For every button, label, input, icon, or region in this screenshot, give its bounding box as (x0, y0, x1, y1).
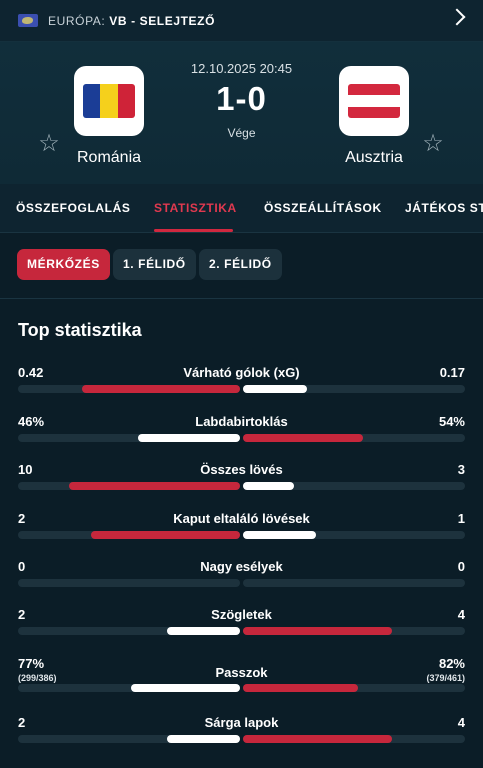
stat-away-value: 3 (458, 462, 465, 477)
stat-bar-away-track (243, 482, 465, 490)
match-status: Vége (227, 126, 256, 140)
stat-bar-home-track (18, 531, 240, 539)
stat-bar-away-track (243, 684, 465, 692)
match-header: ☆ Románia 12.10.2025 20:45 1-0 Vége Ausz… (0, 42, 483, 184)
stat-bar-away-fill (243, 385, 307, 393)
stat-bar (18, 482, 465, 490)
stat-bar-away-track (243, 385, 465, 393)
stat-bar-away-track (243, 531, 465, 539)
stat-row: 2 Szögletek 4 (18, 607, 465, 647)
stat-bar-away-fill (243, 531, 316, 539)
stat-bar-home-fill (82, 385, 240, 393)
filter-match[interactable]: MÉRKŐZÉS (17, 249, 110, 280)
tab-bar: ÖSSZEFOGLALÁS STATISZTIKA ÖSSZEÁLLÍTÁSOK… (0, 184, 483, 233)
stat-away-value: 1 (458, 511, 465, 526)
away-team-logo[interactable] (339, 66, 409, 136)
stat-row: 0 Nagy esélyek 0 (18, 559, 465, 599)
stat-bar-home-track (18, 482, 240, 490)
stat-away-value: 4 (458, 607, 465, 622)
stat-away-value-text: 54% (438, 414, 465, 429)
stat-away-value-text: 4 (457, 715, 465, 730)
stat-row: 46% Labdabirtoklás 54% (18, 414, 465, 454)
stat-bar (18, 579, 465, 587)
match-datetime: 12.10.2025 20:45 (190, 61, 293, 76)
filter-second-half[interactable]: 2. FÉLIDŐ (199, 249, 282, 280)
stat-bar-home-fill (167, 735, 240, 743)
stat-away-value: 0.17 (440, 365, 465, 380)
home-team-name[interactable]: Románia (39, 149, 179, 167)
stat-away-value-text: 0 (457, 559, 465, 574)
stat-bar-home-track (18, 735, 240, 743)
stat-bar-home-track (18, 385, 240, 393)
stat-bar-home-track (18, 579, 240, 587)
match-score: 1-0 (216, 80, 267, 117)
stat-name: Összes lövés (200, 462, 283, 477)
stat-bar-away-fill (243, 735, 392, 743)
stat-name: Szögletek (211, 607, 272, 622)
competition-label: EURÓPA: VB - SELEJTEZŐ (48, 14, 215, 28)
stat-away-value: 4 (458, 715, 465, 730)
stat-bar-home-track (18, 627, 240, 635)
stat-away-value-text: 0.17 (439, 365, 465, 380)
stat-bar (18, 735, 465, 743)
stat-row: 2 Sárga lapok 4 (18, 715, 465, 755)
stat-bar-away-track (243, 434, 465, 442)
active-tab-indicator (154, 229, 233, 232)
stat-away-value-text: 82% (438, 656, 465, 671)
tab-lineups[interactable]: ÖSSZEÁLLÍTÁSOK (264, 201, 382, 215)
stat-bar-away-fill (243, 627, 392, 635)
section-title: Top statisztika (18, 320, 142, 340)
stat-row: 0.42 Várható gólok (xG) 0.17 (18, 365, 465, 405)
stat-bar (18, 385, 465, 393)
stat-name: Kaput eltaláló lövések (173, 511, 310, 526)
stat-bar-home-fill (138, 434, 240, 442)
stat-bar (18, 434, 465, 442)
stat-name: Várható gólok (xG) (183, 365, 300, 380)
stat-away-value-text: 4 (457, 607, 465, 622)
stat-bar-away-track (243, 627, 465, 635)
chevron-right-icon[interactable] (448, 8, 466, 26)
stat-away-value-text: 3 (457, 462, 465, 477)
stat-bar (18, 531, 465, 539)
stat-away-value: 0 (458, 559, 465, 574)
competition-name: VB - SELEJTEZŐ (109, 13, 216, 28)
stat-bar (18, 627, 465, 635)
stat-bar (18, 684, 465, 692)
stat-name: Sárga lapok (204, 715, 279, 730)
europe-flag-icon (18, 14, 38, 27)
stat-name: Nagy esélyek (200, 559, 283, 574)
stat-away-value-text: 1 (457, 511, 465, 526)
stat-bar-home-fill (69, 482, 240, 490)
competition-bar[interactable]: EURÓPA: VB - SELEJTEZŐ (0, 0, 483, 42)
stat-row: 10 Összes lövés 3 (18, 462, 465, 502)
stat-bar-away-track (243, 579, 465, 587)
star-favorite-away-icon[interactable]: ☆ (421, 132, 445, 156)
stat-away-value: 82% (379/461) (426, 656, 465, 683)
stat-bar-home-fill (167, 627, 240, 635)
stat-bar-home-track (18, 684, 240, 692)
tab-statistics[interactable]: STATISZTIKA (154, 201, 237, 215)
filter-first-half[interactable]: 1. FÉLIDŐ (113, 249, 196, 280)
stat-away-value: 54% (439, 414, 465, 429)
tab-player-stats[interactable]: JÁTÉKOS STA (405, 201, 483, 215)
stat-bar-away-fill (243, 482, 294, 490)
austria-flag-icon (348, 84, 400, 118)
stat-name: Labdabirtoklás (195, 414, 288, 429)
stat-row: 77% (299/386) Passzok 82% (379/461) (18, 656, 465, 696)
competition-region: EURÓPA: (48, 13, 106, 28)
stat-bar-away-fill (243, 434, 363, 442)
stat-away-subvalue: (379/461) (426, 673, 465, 683)
stat-name: Passzok (215, 665, 268, 680)
stat-bar-away-fill (243, 684, 358, 692)
stat-bar-away-track (243, 735, 465, 743)
tab-summary[interactable]: ÖSSZEFOGLALÁS (16, 201, 130, 215)
stat-bar-home-fill (131, 684, 240, 692)
stat-bar-home-fill (91, 531, 240, 539)
stat-row: 2 Kaput eltaláló lövések 1 (18, 511, 465, 551)
stat-bar-home-track (18, 434, 240, 442)
period-filter: MÉRKŐZÉS 1. FÉLIDŐ 2. FÉLIDŐ (0, 233, 483, 299)
